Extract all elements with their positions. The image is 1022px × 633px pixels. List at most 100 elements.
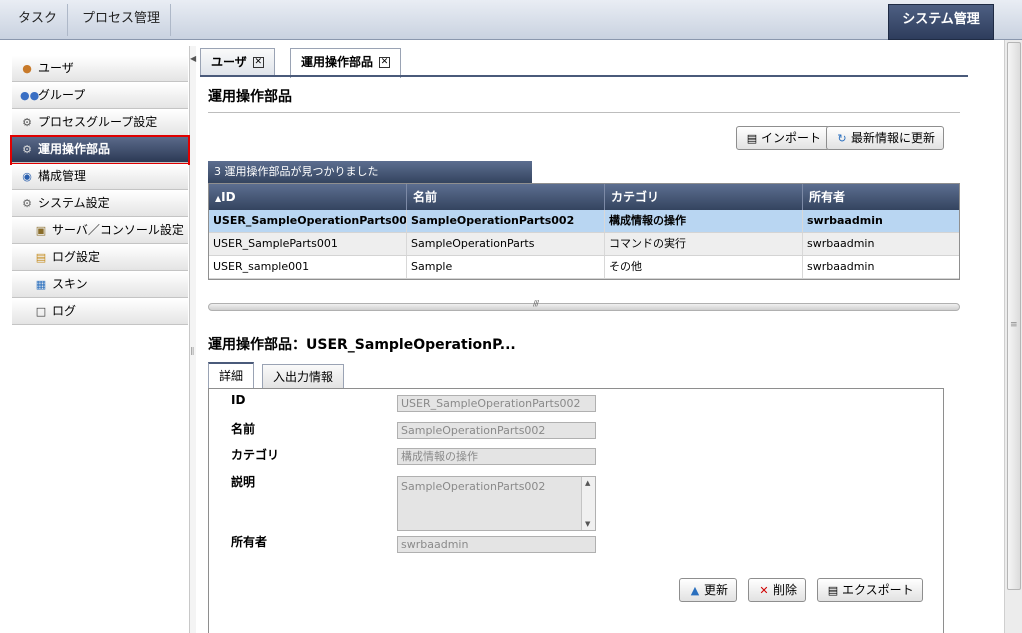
process-group-icon: ⚙ bbox=[22, 116, 32, 129]
splitter-grip-icon: /// bbox=[533, 299, 539, 308]
sidebar-item-server-console[interactable]: ▣ サーバ／コンソール設定 bbox=[12, 218, 188, 244]
ci-icon: ◉ bbox=[22, 170, 32, 183]
tab-label: 運用操作部品 bbox=[301, 55, 374, 69]
sidebar-item-label: ログ設定 bbox=[52, 250, 101, 264]
scroll-down-icon[interactable]: ▼ bbox=[585, 520, 590, 528]
detail-title: 運用操作部品：USER_SampleOperationP... bbox=[208, 337, 516, 353]
column-header-category[interactable]: カテゴリ bbox=[605, 184, 803, 210]
owner-field[interactable]: swrbaadmin bbox=[397, 536, 596, 553]
delete-label: 削除 bbox=[773, 583, 798, 597]
table-row[interactable]: USER_SampleParts001 SampleOperationParts… bbox=[209, 233, 959, 256]
system-management-button[interactable]: システム管理 bbox=[888, 4, 994, 40]
refresh-label: 最新情報に更新 bbox=[851, 131, 936, 145]
table-row[interactable]: USER_SampleOperationParts002 SampleOpera… bbox=[209, 210, 959, 233]
table-row[interactable]: USER_sample001 Sample その他 swrbaadmin bbox=[209, 256, 959, 279]
tab-underline bbox=[200, 75, 968, 77]
scrollbar-grip-icon: ≡ bbox=[1010, 320, 1018, 330]
table-header: ▲ID 名前 カテゴリ 所有者 bbox=[209, 184, 959, 210]
splitter-grip-icon: || bbox=[190, 346, 195, 355]
export-button[interactable]: ▤ エクスポート bbox=[817, 578, 923, 602]
description-textarea[interactable]: SampleOperationParts002 ▲ ▼ bbox=[397, 476, 596, 531]
scroll-up-icon[interactable]: ▲ bbox=[585, 479, 590, 487]
main-panel: ユーザ ✕ 運用操作部品 ✕ 運用操作部品 ▤ インポート ↻ 最新情報に更新 3 運用… bbox=[196, 46, 1004, 633]
name-label: 名前 bbox=[231, 422, 256, 436]
description-text: SampleOperationParts002 bbox=[401, 480, 546, 493]
sidebar-item-configuration[interactable]: ◉ 構成管理 bbox=[12, 164, 188, 190]
tab-process-management[interactable]: プロセス管理 bbox=[72, 4, 172, 36]
sidebar-item-label: 運用操作部品 bbox=[38, 142, 111, 156]
sidebar: ● ユーザ ●●グループ ⚙ プロセスグループ設定 ⚙ 運用操作部品 ◉ 構成管理 ⚙ シ… bbox=[8, 46, 190, 633]
panel-splitter[interactable]: /// bbox=[208, 299, 960, 311]
sidebar-item-label: システム設定 bbox=[38, 196, 110, 210]
sidebar-item-log-settings[interactable]: ▤ ログ設定 bbox=[12, 245, 188, 271]
sidebar-item-label: ログ bbox=[52, 304, 77, 318]
sidebar-item-label: サーバ／コンソール設定 bbox=[52, 223, 184, 237]
skin-icon: ▦ bbox=[35, 278, 47, 291]
tab-details[interactable]: 詳細 bbox=[208, 362, 255, 390]
cell-id: USER_sample001 bbox=[209, 256, 407, 278]
cell-name: Sample bbox=[407, 256, 605, 278]
detail-panel: ID USER_SampleOperationParts002 名前 Sampl… bbox=[208, 388, 944, 633]
import-button[interactable]: ▤ インポート bbox=[736, 126, 831, 150]
divider bbox=[208, 112, 960, 113]
tab-io-info[interactable]: 入出力情報 bbox=[262, 364, 345, 391]
tab-task[interactable]: タスク bbox=[8, 4, 69, 36]
id-field[interactable]: USER_SampleOperationParts002 bbox=[397, 395, 596, 412]
group-icon: ●● bbox=[20, 89, 40, 102]
refresh-icon: ↻ bbox=[837, 132, 847, 145]
refresh-button[interactable]: ↻ 最新情報に更新 bbox=[826, 126, 945, 150]
category-label: カテゴリ bbox=[231, 448, 280, 462]
cell-category: その他 bbox=[605, 256, 803, 278]
export-label: エクスポート bbox=[842, 583, 914, 597]
column-header-owner[interactable]: 所有者 bbox=[803, 184, 959, 210]
export-icon: ▤ bbox=[827, 584, 839, 597]
update-icon: ▲ bbox=[690, 584, 700, 597]
cell-id: USER_SampleOperationParts002 bbox=[209, 210, 407, 232]
update-button[interactable]: ▲ 更新 bbox=[679, 578, 738, 602]
cell-category: 構成情報の操作 bbox=[605, 210, 803, 232]
import-label: インポート bbox=[761, 131, 822, 145]
sidebar-item-user[interactable]: ● ユーザ bbox=[12, 56, 188, 82]
sidebar-item-operation-parts[interactable]: ⚙ 運用操作部品 bbox=[10, 135, 190, 165]
import-icon: ▤ bbox=[746, 132, 758, 145]
cell-owner: swrbaadmin bbox=[807, 237, 875, 250]
tab-label: ユーザ bbox=[211, 55, 247, 69]
scrollbar-thumb[interactable] bbox=[1007, 42, 1021, 590]
column-header-id[interactable]: ▲ID bbox=[209, 184, 407, 210]
sidebar-item-system-settings[interactable]: ⚙ システム設定 bbox=[12, 191, 188, 217]
close-icon[interactable]: ✕ bbox=[252, 57, 264, 68]
page-title: 運用操作部品 bbox=[208, 89, 292, 105]
sidebar-item-log[interactable]: □ ログ bbox=[12, 299, 188, 325]
sidebar-item-process-group[interactable]: ⚙ プロセスグループ設定 bbox=[12, 110, 188, 136]
gear-icon: ⚙ bbox=[22, 143, 32, 156]
cell-name: SampleOperationParts bbox=[407, 233, 605, 255]
delete-icon: ✕ bbox=[759, 584, 769, 597]
description-label: 説明 bbox=[231, 475, 256, 489]
category-field[interactable]: 構成情報の操作 bbox=[397, 448, 596, 465]
column-header-name[interactable]: 名前 bbox=[407, 184, 605, 210]
log-icon: □ bbox=[35, 305, 47, 318]
sidebar-item-label: プロセスグループ設定 bbox=[38, 115, 158, 129]
sidebar-item-label: ユーザ bbox=[38, 61, 74, 75]
close-icon[interactable]: ✕ bbox=[379, 57, 391, 68]
page-scrollbar[interactable]: ≡ bbox=[1004, 40, 1022, 633]
server-icon: ▣ bbox=[35, 224, 47, 237]
textarea-scrollbar[interactable]: ▲ ▼ bbox=[581, 477, 595, 530]
delete-button[interactable]: ✕ 削除 bbox=[748, 578, 807, 602]
log-settings-icon: ▤ bbox=[35, 251, 47, 264]
cell-id: USER_SampleParts001 bbox=[209, 233, 407, 255]
tab-operation-parts[interactable]: 運用操作部品 ✕ bbox=[290, 48, 402, 78]
column-label: ID bbox=[221, 190, 236, 204]
sidebar-item-label: スキン bbox=[52, 277, 88, 291]
tab-user[interactable]: ユーザ ✕ bbox=[200, 48, 275, 76]
sidebar-item-skin[interactable]: ▦ スキン bbox=[12, 272, 188, 298]
top-navigation-bar: タスク プロセス管理 システム管理 bbox=[0, 0, 1022, 40]
sidebar-item-group[interactable]: ●●グループ bbox=[12, 83, 188, 109]
operation-parts-table: ▲ID 名前 カテゴリ 所有者 USER_SampleOperationPart… bbox=[208, 183, 960, 280]
user-icon: ● bbox=[22, 62, 32, 75]
settings-icon: ⚙ bbox=[22, 197, 32, 210]
cell-name: SampleOperationParts002 bbox=[407, 210, 605, 232]
name-field[interactable]: SampleOperationParts002 bbox=[397, 422, 596, 439]
owner-label: 所有者 bbox=[231, 535, 268, 549]
sidebar-item-label: 構成管理 bbox=[38, 169, 87, 183]
